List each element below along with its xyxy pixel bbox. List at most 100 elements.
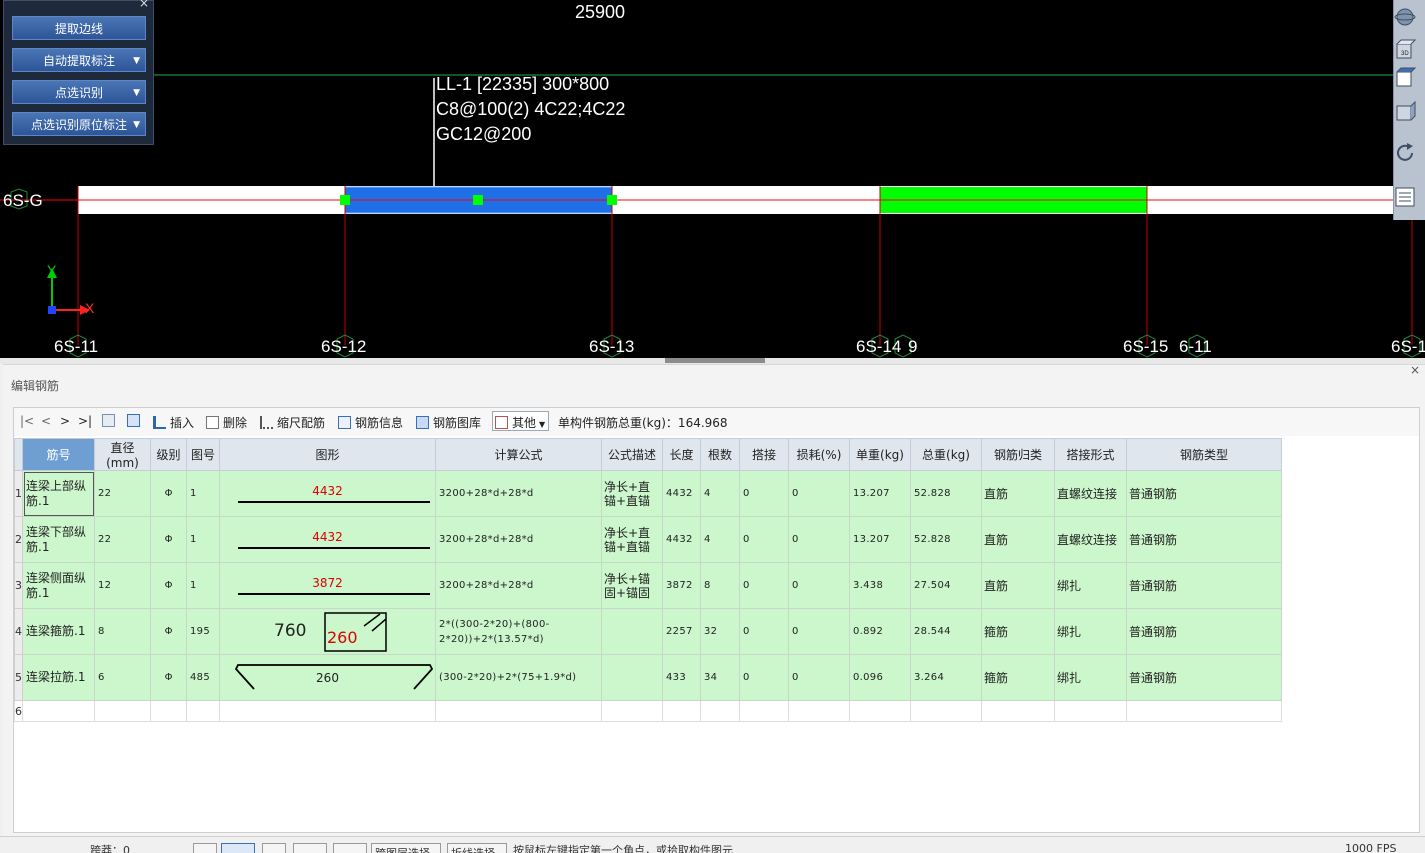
nav-next-button[interactable]: > — [60, 414, 70, 428]
total-weight-cell[interactable]: 3.264 — [910, 654, 982, 701]
rebar-name-cell[interactable]: 连梁下部纵筋.1 — [22, 516, 95, 563]
unit-weight-cell[interactable]: 0.892 — [849, 608, 911, 655]
diameter-cell[interactable]: 8 — [94, 608, 151, 655]
formula-cell[interactable]: 2*((300-2*20)+(800-2*20))+2*(13.57*d) — [435, 608, 602, 655]
figure-no-cell[interactable]: 1 — [186, 562, 220, 609]
nav-first-button[interactable]: |< — [20, 414, 34, 428]
empty-cell[interactable] — [435, 700, 602, 722]
row-number[interactable]: 3 — [14, 562, 23, 609]
col-header[interactable]: 图号 — [186, 438, 220, 471]
lap-type-cell[interactable]: 直螺纹连接 — [1054, 470, 1127, 517]
category-cell[interactable]: 箍筋 — [981, 654, 1055, 701]
shape-cell[interactable]: 3872 — [219, 562, 436, 609]
shape-cell[interactable]: 760 260 — [219, 608, 436, 655]
rebar-type-cell[interactable]: 普通钢筋 — [1126, 608, 1282, 655]
insert-button[interactable]: 插入 — [153, 414, 194, 431]
row-number[interactable]: 6 — [14, 700, 23, 722]
move-up-button[interactable] — [102, 414, 119, 428]
col-header[interactable]: 搭接形式 — [1054, 438, 1127, 471]
figure-no-cell[interactable]: 485 — [186, 654, 220, 701]
row-number[interactable]: 5 — [14, 654, 23, 701]
rebar-type-cell[interactable]: 普通钢筋 — [1126, 470, 1282, 517]
col-header[interactable]: 级别 — [150, 438, 187, 471]
chevron-down-icon[interactable]: ▼ — [133, 49, 140, 73]
rotate-icon[interactable] — [1394, 142, 1416, 164]
total-weight-cell[interactable]: 52.828 — [910, 516, 982, 563]
col-header[interactable]: 钢筋类型 — [1126, 438, 1282, 471]
count-cell[interactable]: 4 — [700, 516, 740, 563]
table-row[interactable]: 1 连梁上部纵筋.1 22 Φ 1 4432 3200+28*d+28*d 净长… — [14, 470, 1282, 517]
diameter-cell[interactable]: 12 — [94, 562, 151, 609]
extract-edge-button[interactable]: 提取边线 — [12, 16, 146, 40]
empty-cell[interactable] — [1126, 700, 1282, 722]
move-down-button[interactable] — [127, 414, 144, 428]
unit-weight-cell[interactable]: 13.207 — [849, 516, 911, 563]
shape-cell[interactable]: 4432 — [219, 516, 436, 563]
empty-cell[interactable] — [22, 700, 95, 722]
sphere-icon[interactable] — [1394, 6, 1416, 28]
count-cell[interactable]: 4 — [700, 470, 740, 517]
rebar-name-cell[interactable]: 连梁拉筋.1 — [22, 654, 95, 701]
col-header[interactable]: 钢筋归类 — [981, 438, 1055, 471]
lap-cell[interactable]: 0 — [739, 562, 789, 609]
empty-cell[interactable] — [150, 700, 187, 722]
lap-type-cell[interactable]: 绑扎 — [1054, 562, 1127, 609]
figure-no-cell[interactable]: 1 — [186, 470, 220, 517]
diameter-cell[interactable]: 6 — [94, 654, 151, 701]
category-cell[interactable]: 箍筋 — [981, 608, 1055, 655]
loss-cell[interactable]: 0 — [788, 562, 850, 609]
row-number[interactable]: 2 — [14, 516, 23, 563]
formula-cell[interactable]: (300-2*20)+2*(75+1.9*d) — [435, 654, 602, 701]
chevron-down-icon[interactable]: ▼ — [133, 81, 140, 105]
length-cell[interactable]: 2257 — [662, 608, 701, 655]
loss-cell[interactable]: 0 — [788, 516, 850, 563]
diameter-cell[interactable]: 22 — [94, 470, 151, 517]
beam-annotation[interactable]: LL-1 [22335] 300*800 C8@100(2) 4C22;4C22… — [436, 72, 625, 147]
category-cell[interactable]: 直筋 — [981, 516, 1055, 563]
other-dropdown[interactable]: 其他 ▼ — [492, 411, 550, 431]
empty-cell[interactable] — [601, 700, 663, 722]
lap-type-cell[interactable]: 绑扎 — [1054, 654, 1127, 701]
grade-cell[interactable]: Φ — [150, 516, 187, 563]
table-row[interactable]: 2 连梁下部纵筋.1 22 Φ 1 4432 3200+28*d+28*d 净长… — [14, 516, 1282, 563]
unit-weight-cell[interactable]: 0.096 — [849, 654, 911, 701]
rebar-type-cell[interactable]: 普通钢筋 — [1126, 654, 1282, 701]
rebar-name-cell[interactable]: 连梁箍筋.1 — [22, 608, 95, 655]
unit-weight-cell[interactable]: 3.438 — [849, 562, 911, 609]
category-cell[interactable]: 直筋 — [981, 562, 1055, 609]
point-select-recognize-button[interactable]: 点选识别 ▼ — [12, 80, 146, 104]
formula-cell[interactable]: 3200+28*d+28*d — [435, 470, 602, 517]
grade-cell[interactable]: Φ — [150, 608, 187, 655]
formula-desc-cell[interactable]: 净长+直锚+直锚 — [601, 470, 663, 517]
total-weight-cell[interactable]: 52.828 — [910, 470, 982, 517]
length-cell[interactable]: 4432 — [662, 516, 701, 563]
rebar-type-cell[interactable]: 普通钢筋 — [1126, 562, 1282, 609]
figure-no-cell[interactable]: 1 — [186, 516, 220, 563]
drawing-canvas[interactable]: 25900 LL-1 [22335] 300*800 C8@100(2) 4C2… — [0, 0, 1425, 358]
top-view-icon[interactable] — [1394, 66, 1416, 88]
unit-weight-cell[interactable]: 13.207 — [849, 470, 911, 517]
lap-type-cell[interactable]: 直螺纹连接 — [1054, 516, 1127, 563]
auto-extract-annotation-button[interactable]: 自动提取标注 ▼ — [12, 48, 146, 72]
close-icon[interactable]: × — [139, 0, 149, 10]
empty-cell[interactable] — [219, 700, 436, 722]
formula-cell[interactable]: 3200+28*d+28*d — [435, 516, 602, 563]
3d-box-icon[interactable]: 3D — [1394, 38, 1416, 60]
col-header[interactable]: 图形 — [219, 438, 436, 471]
col-header[interactable]: 根数 — [700, 438, 740, 471]
row-number[interactable]: 4 — [14, 608, 23, 655]
grade-cell[interactable]: Φ — [150, 470, 187, 517]
chevron-down-icon[interactable]: ▼ — [133, 113, 140, 137]
rebar-name-cell[interactable]: 连梁侧面纵筋.1 — [22, 562, 95, 609]
formula-desc-cell[interactable] — [601, 608, 663, 655]
empty-cell[interactable] — [910, 700, 982, 722]
grade-cell[interactable]: Φ — [150, 562, 187, 609]
empty-cell[interactable] — [739, 700, 789, 722]
total-weight-cell[interactable]: 28.544 — [910, 608, 982, 655]
empty-cell[interactable] — [186, 700, 220, 722]
count-cell[interactable]: 34 — [700, 654, 740, 701]
table-row[interactable]: 3 连梁侧面纵筋.1 12 Φ 1 3872 3200+28*d+28*d 净长… — [14, 562, 1282, 609]
empty-cell[interactable] — [788, 700, 850, 722]
nav-last-button[interactable]: >| — [78, 414, 92, 428]
empty-cell[interactable] — [849, 700, 911, 722]
